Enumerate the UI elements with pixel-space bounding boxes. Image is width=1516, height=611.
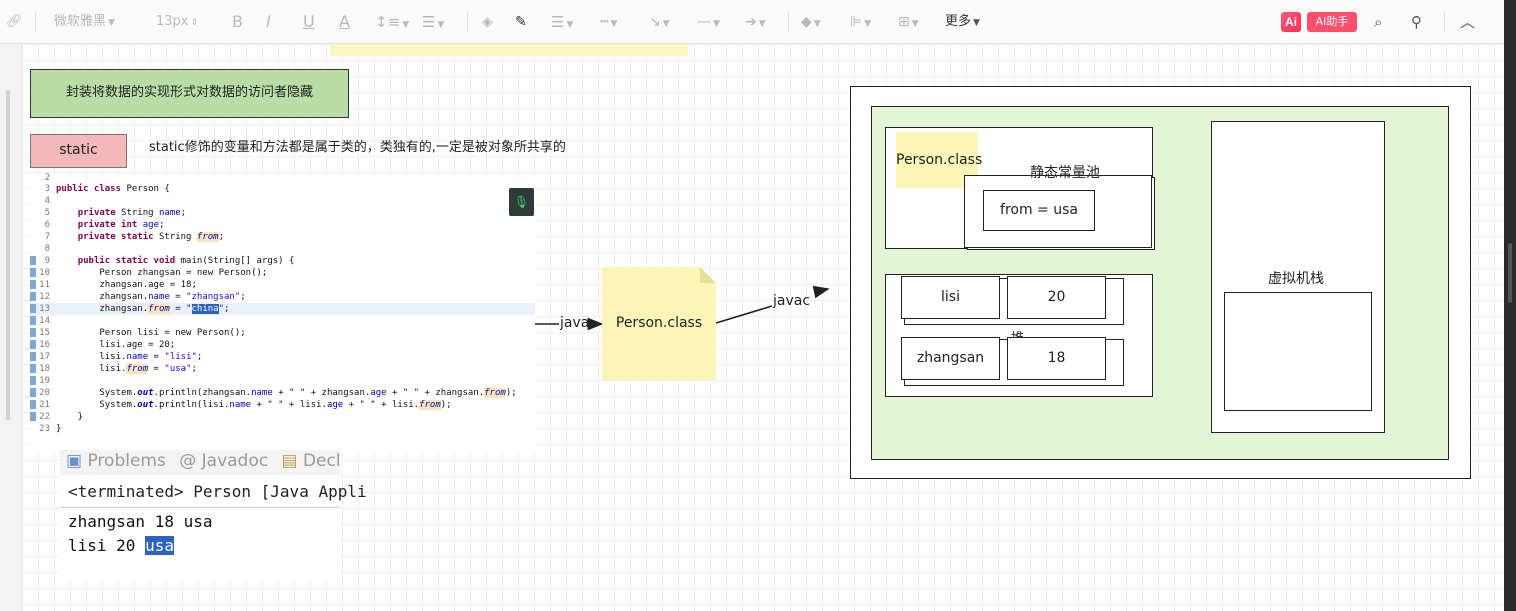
code-line: 23} [39, 424, 62, 434]
code-line: 16 lisi.age = 20; [30, 339, 535, 351]
code-line: 10 Person zhangsan = new Person(); [30, 267, 535, 279]
code-line: 8 [44, 244, 50, 254]
code-line: 11 zhangsan.age = 18; [30, 279, 535, 291]
code-line: 18 lisi.from = "usa"; [30, 363, 535, 375]
bold-button[interactable]: B [232, 12, 243, 32]
code-line: 17 lisi.name = "lisi"; [30, 351, 535, 363]
code-line: 21 System.out.println(lisi.name + " " + … [30, 399, 535, 411]
sticky-note[interactable] [330, 44, 688, 56]
tab-javadoc[interactable]: Javadoc [202, 451, 268, 471]
code-line: 3 public class Person { [44, 184, 170, 194]
code-line: 20 System.out.println(zhangsan.name + " … [30, 387, 535, 399]
console-tabs: ▣ Problems @ Javadoc ▤ Decl [60, 450, 340, 475]
line-dash-icon[interactable]: ┅ ▼ [600, 12, 617, 34]
stepper-icon: ⇕ [190, 18, 199, 28]
more-menu[interactable]: 更多 ▼ [945, 12, 980, 33]
code-line: 7 private static String from; [44, 232, 225, 242]
pen-color-icon[interactable]: ✎ [515, 12, 527, 32]
font-family-value: 微软雅黑 [54, 14, 107, 29]
align-shapes-icon[interactable]: ⊫ ▼ [850, 12, 871, 34]
arrow-javac-line-a [715, 305, 773, 324]
jvm-stack-label[interactable]: 虚拟机栈 [1268, 268, 1324, 288]
console-output-line: lisi 20 usa [68, 536, 174, 555]
line-weight-icon[interactable]: ☰ ▼ [551, 12, 573, 35]
microphone-icon[interactable]: 🎙︎ [509, 188, 534, 216]
link-icon[interactable]: 🔗︎ [6, 12, 23, 32]
connector-icon[interactable]: ↘ ▼ [649, 12, 670, 34]
text-color-button[interactable]: A [339, 12, 350, 32]
chevron-down-icon: ▼ [108, 18, 115, 28]
code-line: 9 public static void main(String[] args)… [30, 255, 535, 267]
scrollbar-thumb[interactable] [1508, 243, 1512, 303]
code-line: 6 private int age; [44, 220, 165, 230]
divider [60, 507, 340, 508]
align-icon[interactable]: ☰ ▼ [422, 12, 444, 35]
settings-icon[interactable]: ⚲ [1411, 12, 1422, 32]
tab-declaration[interactable]: Decl [303, 451, 340, 471]
font-size-value: 13px [156, 14, 189, 29]
diagram-canvas[interactable]: 封装将数据的实现形式对数据的访问者隐藏 static static修饰的变量和方… [22, 44, 1504, 611]
code-line: 14 [30, 315, 535, 327]
line-spacing-icon[interactable]: ↕≡ ▼ [375, 12, 409, 35]
line-end-icon[interactable]: ➔ ▼ [745, 12, 766, 34]
object-age-cell[interactable]: 20 [1007, 276, 1106, 319]
right-scrollbar[interactable] [1504, 0, 1516, 611]
code-line: 19 [30, 375, 535, 387]
code-line: 15 Person lisi = new Person(); [30, 327, 535, 339]
declaration-icon: ▤ [281, 451, 298, 471]
fill-color-icon[interactable]: ◈ [482, 12, 493, 32]
arrow-javac-line-b [812, 285, 830, 299]
object-name-cell[interactable]: lisi [901, 276, 1000, 319]
font-size-stepper[interactable]: 13px ⇕ [156, 12, 198, 33]
toolbar-divider [788, 12, 789, 32]
left-scrollbar[interactable] [0, 44, 22, 611]
underline-button[interactable]: U [303, 12, 315, 32]
app-window: 🔗︎ 微软雅黑 ▼ 13px ⇕ B I U A ↕≡ ▼ ☰ ▼ ◈ ✎ ☰ ▼ ┅ ▼ … [0, 0, 1516, 611]
static-description[interactable]: static修饰的变量和方法都是属于类的，类独有的,一定是被对象所共享的 [149, 136, 566, 155]
toolbar-divider [467, 12, 468, 32]
code-line: 12 zhangsan.name = "zhangsan"; [30, 291, 535, 303]
italic-button[interactable]: I [266, 12, 271, 32]
encapsulation-note[interactable]: 封装将数据的实现形式对数据的访问者隐藏 [30, 69, 349, 118]
problems-icon: ▣ [66, 451, 83, 471]
find-icon[interactable]: ⌕ [1374, 12, 1382, 32]
toolbar-divider [1444, 12, 1445, 32]
more-label: 更多 [945, 14, 972, 29]
code-screenshot[interactable]: 2 3 public class Person { 4 5 private Str… [30, 173, 535, 452]
scrollbar-thumb[interactable] [6, 90, 10, 420]
arrow-java-label[interactable]: java [560, 315, 589, 331]
arrow-javac-label[interactable]: javac [773, 293, 810, 309]
ai-assistant-button[interactable]: AI助手 [1307, 12, 1357, 32]
stack-frame-box[interactable] [1224, 292, 1372, 411]
arrange-icon[interactable]: ⊞ ▼ [898, 12, 919, 34]
layer-icon[interactable]: ◆ ▼ [801, 12, 821, 34]
code-line-highlighted: 13 zhangsan.from = "china"; [30, 303, 535, 315]
code-line: 22 } [30, 411, 535, 423]
collapse-icon[interactable]: ︿ [1460, 12, 1475, 32]
toolbar-divider [35, 12, 36, 32]
javadoc-icon: @ [179, 451, 197, 471]
terminated-status: <terminated> Person [Java Appli [68, 482, 367, 501]
code-line: 4 [44, 196, 50, 206]
static-tag[interactable]: static [30, 134, 127, 168]
object-age-cell[interactable]: 18 [1007, 337, 1106, 380]
ai-logo-icon[interactable]: Ai [1281, 12, 1301, 32]
chevron-down-icon: ▼ [973, 18, 980, 28]
class-file-note[interactable]: Person.class [602, 267, 716, 380]
code-line: 5 private String name; [44, 208, 187, 218]
console-output-line: zhangsan 18 usa [68, 512, 213, 531]
tab-problems[interactable]: Problems [87, 451, 165, 471]
line-start-icon[interactable]: — ▼ [697, 12, 720, 34]
format-toolbar: 🔗︎ 微软雅黑 ▼ 13px ⇕ B I U A ↕≡ ▼ ☰ ▼ ◈ ✎ ☰ ▼ ┅ ▼ … [0, 0, 1504, 44]
constant-pool-label[interactable]: 静态常量池 [1030, 162, 1100, 182]
object-name-cell[interactable]: zhangsan [901, 337, 1000, 380]
font-family-select[interactable]: 微软雅黑 ▼ [54, 12, 115, 33]
static-field-box[interactable]: from = usa [983, 190, 1095, 231]
console-panel[interactable]: ▣ Problems @ Javadoc ▤ Decl <terminated>… [60, 450, 367, 582]
